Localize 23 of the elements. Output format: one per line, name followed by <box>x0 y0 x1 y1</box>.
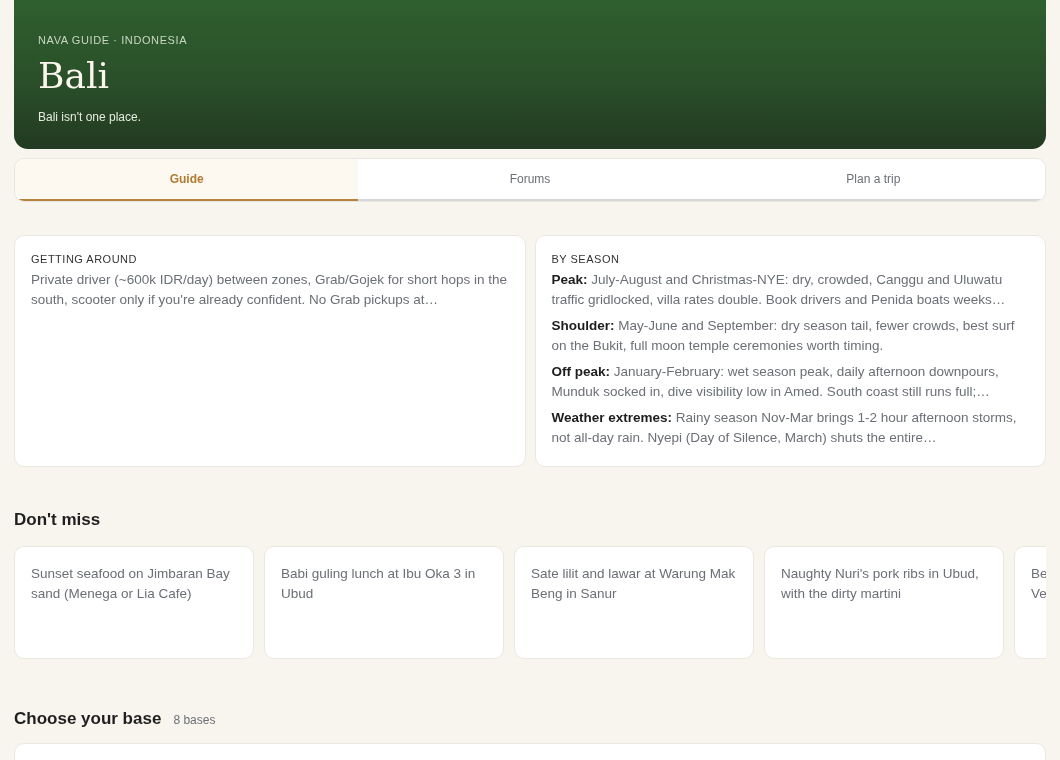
section-title: Choose your base <box>14 709 162 729</box>
card-heading: GETTING AROUND <box>31 253 138 265</box>
tab[interactable]: Plan a trip <box>701 159 1045 201</box>
section-title: Don't miss <box>14 510 102 530</box>
highlight-card[interactable]: Sunset seafood on Jimbaran Bay sand (Menega or Lia Cafe) <box>14 546 254 659</box>
card-text: Peak: July-August and Christmas-NYE: dry, crowded, Canggu and Uluwatu traffic gridlocked, villa rates double. Book drivers and Penida boats weeks… <box>551 271 1007 309</box>
highlight-card[interactable]: Sate lilit and lawar at Warung Mak Beng in Sanur <box>514 546 754 659</box>
highlight-card[interactable]: Naughty Nuri's pork ribs in Ubud, with the dirty martini <box>764 546 1004 659</box>
page-title: Bali <box>38 56 110 96</box>
card-text: Private driver (~600k IDR/day) between zones, Grab/Gojek for short hops in the south, scooter only if you're already confident. No Grab pickups at… <box>31 271 509 309</box>
tab[interactable]: Guide <box>15 159 359 201</box>
hero-tagline: Bali isn't one place. <box>38 110 143 124</box>
highlight-text: Sunset seafood on Jimbaran Bay sand (Menega or Lia Cafe) <box>31 565 231 603</box>
hero-eyebrow: NAVA GUIDE · INDONESIA <box>38 34 189 46</box>
card-text: Shoulder: May-June and September: dry season tail, fewer crowds, best surf on the Bukit, full moon temple ceremonies worth timing. <box>551 317 1016 355</box>
highlight-text: Sate lilit and lawar at Warung Mak Beng in Sanur <box>531 565 737 603</box>
card-heading: BY SEASON <box>551 253 621 265</box>
card-text: Off peak: January-February: wet season peak, daily afternoon downpours, Munduk socked in, dive visibility low in Amed. South coast still runs full;… <box>551 363 1000 401</box>
highlight-text: Naughty Nuri's pork ribs in Ubud, with the dirty martini <box>781 565 980 603</box>
card-text: Weather extremes: Rainy season Nov-Mar brings 1-2 hour afternoon storms, not all-day rain. Nyepi (Day of Silence, March) shuts the entire… <box>551 409 1018 447</box>
highlight-card[interactable]: Babi guling lunch at Ibu Oka 3 in Ubud <box>264 546 504 659</box>
base-count: 8 bases <box>173 713 216 727</box>
highlight-text: Babi guling lunch at Ibu Oka 3 in Ubud <box>281 565 477 603</box>
